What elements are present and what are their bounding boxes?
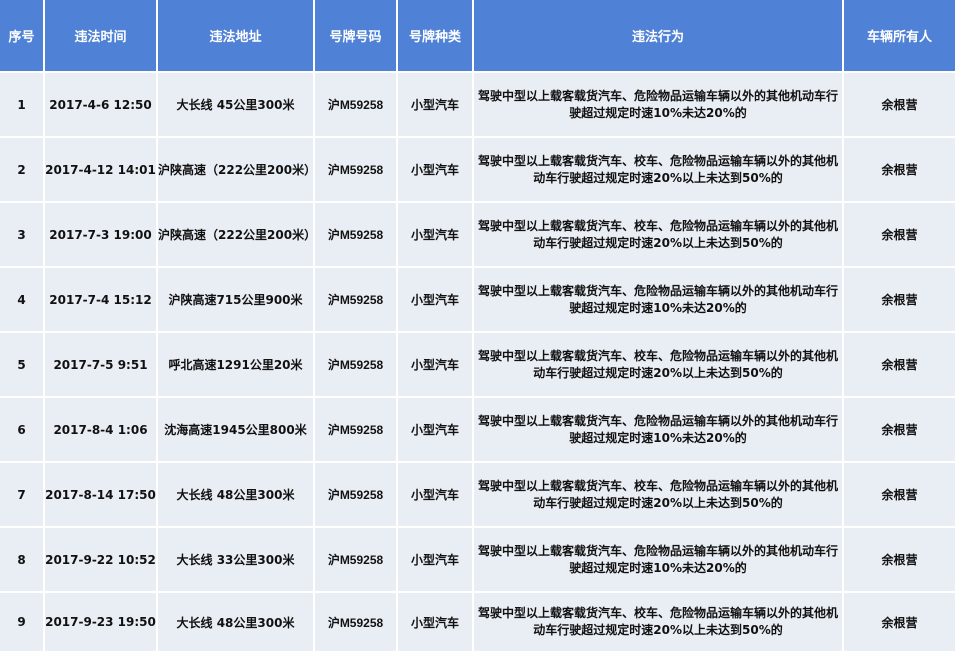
cell-plate-type: 小型汽车 [397, 397, 474, 463]
cell-plate-type: 小型汽车 [397, 72, 474, 138]
cell-no: 6 [0, 397, 45, 463]
cell-plate: 沪M59258 [314, 527, 398, 593]
cell-plate: 沪M59258 [314, 137, 398, 203]
cell-act: 驾驶中型以上载客载货汽车、校车、危险物品运输车辆以外的其他机动车行驶超过规定时速… [473, 137, 844, 203]
table-row: 5 2017-7-5 9:51 呼北高速1291公里20米 沪M59258 小型… [0, 332, 957, 398]
cell-owner: 余根营 [843, 72, 957, 138]
table-row: 2 2017-4-12 14:01 沪陕高速（222公里200米） 沪M5925… [0, 137, 957, 203]
cell-owner: 余根营 [843, 462, 957, 528]
cell-address: 沪陕高速715公里900米 [157, 267, 315, 333]
cell-no: 1 [0, 72, 45, 138]
cell-address: 沪陕高速（222公里200米） [157, 202, 315, 268]
cell-time: 2017-8-4 1:06 [44, 397, 158, 463]
header-time: 违法时间 [44, 0, 158, 73]
cell-owner: 余根营 [843, 527, 957, 593]
header-owner: 车辆所有人 [843, 0, 957, 73]
header-no: 序号 [0, 0, 45, 73]
cell-plate: 沪M59258 [314, 267, 398, 333]
cell-owner: 余根营 [843, 137, 957, 203]
table-row: 3 2017-7-3 19:00 沪陕高速（222公里200米） 沪M59258… [0, 202, 957, 268]
cell-plate: 沪M59258 [314, 462, 398, 528]
cell-act: 驾驶中型以上载客载货汽车、危险物品运输车辆以外的其他机动车行驶超过规定时速10%… [473, 72, 844, 138]
cell-address: 大长线 48公里300米 [157, 462, 315, 528]
cell-plate-type: 小型汽车 [397, 332, 474, 398]
cell-plate-type: 小型汽车 [397, 202, 474, 268]
cell-plate: 沪M59258 [314, 72, 398, 138]
cell-time: 2017-9-22 10:52 [44, 527, 158, 593]
cell-no: 3 [0, 202, 45, 268]
table-row: 7 2017-8-14 17:50 大长线 48公里300米 沪M59258 小… [0, 462, 957, 528]
cell-plate: 沪M59258 [314, 202, 398, 268]
cell-plate: 沪M59258 [314, 332, 398, 398]
cell-owner: 余根营 [843, 202, 957, 268]
cell-act: 驾驶中型以上载客载货汽车、校车、危险物品运输车辆以外的其他机动车行驶超过规定时速… [473, 592, 844, 651]
cell-no: 8 [0, 527, 45, 593]
table-row: 6 2017-8-4 1:06 沈海高速1945公里800米 沪M59258 小… [0, 397, 957, 463]
table-row: 4 2017-7-4 15:12 沪陕高速715公里900米 沪M59258 小… [0, 267, 957, 333]
cell-time: 2017-4-6 12:50 [44, 72, 158, 138]
cell-time: 2017-8-14 17:50 [44, 462, 158, 528]
violations-table: 序号 违法时间 违法地址 号牌号码 号牌种类 违法行为 车辆所有人 1 2017… [0, 0, 957, 651]
cell-address: 沈海高速1945公里800米 [157, 397, 315, 463]
cell-owner: 余根营 [843, 267, 957, 333]
table-header-row: 序号 违法时间 违法地址 号牌号码 号牌种类 违法行为 车辆所有人 [0, 0, 957, 73]
cell-act: 驾驶中型以上载客载货汽车、危险物品运输车辆以外的其他机动车行驶超过规定时速10%… [473, 267, 844, 333]
cell-time: 2017-4-12 14:01 [44, 137, 158, 203]
cell-plate-type: 小型汽车 [397, 137, 474, 203]
cell-plate-type: 小型汽车 [397, 527, 474, 593]
cell-owner: 余根营 [843, 332, 957, 398]
cell-plate-type: 小型汽车 [397, 267, 474, 333]
header-plate: 号牌号码 [314, 0, 398, 73]
header-act: 违法行为 [473, 0, 844, 73]
cell-address: 大长线 33公里300米 [157, 527, 315, 593]
cell-act: 驾驶中型以上载客载货汽车、校车、危险物品运输车辆以外的其他机动车行驶超过规定时速… [473, 202, 844, 268]
cell-plate: 沪M59258 [314, 592, 398, 651]
cell-time: 2017-9-23 19:50 [44, 592, 158, 651]
cell-no: 5 [0, 332, 45, 398]
header-plate-type: 号牌种类 [397, 0, 474, 73]
cell-time: 2017-7-5 9:51 [44, 332, 158, 398]
cell-owner: 余根营 [843, 397, 957, 463]
cell-time: 2017-7-3 19:00 [44, 202, 158, 268]
table-row: 9 2017-9-23 19:50 大长线 48公里300米 沪M59258 小… [0, 592, 957, 651]
cell-plate: 沪M59258 [314, 397, 398, 463]
table-row: 1 2017-4-6 12:50 大长线 45公里300米 沪M59258 小型… [0, 72, 957, 138]
cell-address: 沪陕高速（222公里200米） [157, 137, 315, 203]
cell-address: 大长线 45公里300米 [157, 72, 315, 138]
cell-act: 驾驶中型以上载客载货汽车、危险物品运输车辆以外的其他机动车行驶超过规定时速10%… [473, 527, 844, 593]
cell-no: 2 [0, 137, 45, 203]
cell-act: 驾驶中型以上载客载货汽车、校车、危险物品运输车辆以外的其他机动车行驶超过规定时速… [473, 462, 844, 528]
cell-plate-type: 小型汽车 [397, 592, 474, 651]
cell-time: 2017-7-4 15:12 [44, 267, 158, 333]
cell-plate-type: 小型汽车 [397, 462, 474, 528]
header-address: 违法地址 [157, 0, 315, 73]
cell-address: 呼北高速1291公里20米 [157, 332, 315, 398]
cell-owner: 余根营 [843, 592, 957, 651]
cell-no: 9 [0, 592, 45, 651]
table-row: 8 2017-9-22 10:52 大长线 33公里300米 沪M59258 小… [0, 527, 957, 593]
cell-address: 大长线 48公里300米 [157, 592, 315, 651]
cell-act: 驾驶中型以上载客载货汽车、校车、危险物品运输车辆以外的其他机动车行驶超过规定时速… [473, 332, 844, 398]
cell-no: 4 [0, 267, 45, 333]
cell-no: 7 [0, 462, 45, 528]
cell-act: 驾驶中型以上载客载货汽车、危险物品运输车辆以外的其他机动车行驶超过规定时速10%… [473, 397, 844, 463]
